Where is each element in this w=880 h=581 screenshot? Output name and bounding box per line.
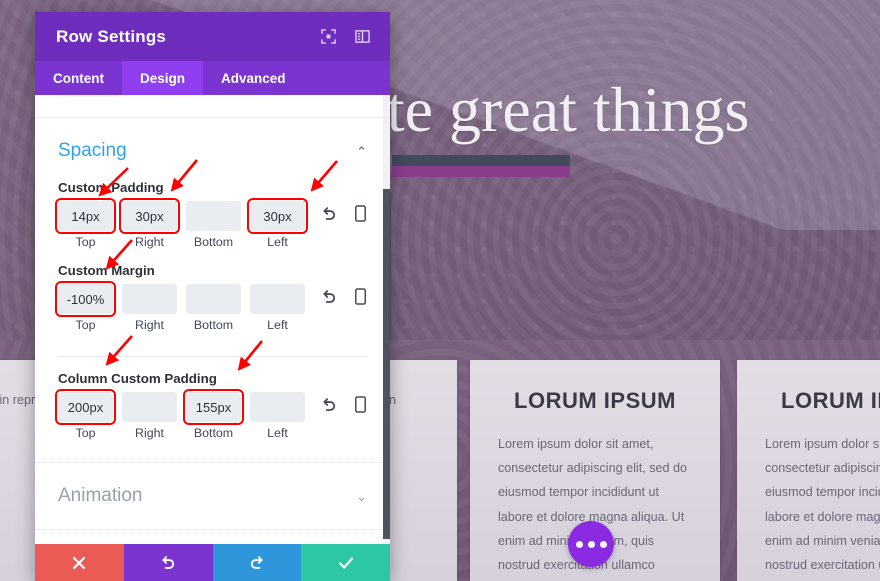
modal-tabs: Content Design Advanced: [35, 61, 390, 95]
tab-content[interactable]: Content: [35, 61, 122, 95]
dot: [587, 540, 595, 548]
column-padding-left-input[interactable]: [250, 392, 305, 422]
panel-layout-icon[interactable]: [350, 25, 374, 49]
custom-padding-row: 14px Top 30px Right Bottom 30px Left: [55, 198, 367, 249]
card-body: Lorem ipsum dolor sit amet, consectetur …: [765, 437, 880, 572]
padding-bottom-input[interactable]: [186, 201, 241, 231]
modal-footer: [35, 544, 390, 581]
column-padding-left-caption: Left: [267, 426, 288, 440]
padding-right-input[interactable]: 30px: [119, 198, 180, 234]
content-card: LORUM IPSUM Lorem ipsum dolor sit amet, …: [737, 360, 880, 581]
reset-icon[interactable]: [321, 396, 338, 413]
responsive-mobile-icon[interactable]: [354, 288, 367, 305]
scrollbar-track[interactable]: [383, 95, 390, 544]
padding-left-cell[interactable]: 30px Left: [247, 198, 308, 249]
dot: [599, 540, 607, 548]
margin-tools: [321, 284, 367, 305]
reset-icon[interactable]: [321, 205, 338, 222]
column-padding-top-input[interactable]: 200px: [55, 389, 116, 425]
custom-padding-label: Custom Padding: [58, 180, 164, 195]
tab-design[interactable]: Design: [122, 61, 204, 95]
collapsed-section-above[interactable]: [35, 95, 390, 118]
animation-section-header[interactable]: Animation ⌄: [35, 462, 390, 530]
modal-header: Row Settings: [35, 12, 390, 61]
redo-button[interactable]: [212, 544, 302, 581]
column-custom-padding-label: Column Custom Padding: [58, 371, 217, 386]
column-padding-left-cell[interactable]: Left: [250, 392, 305, 440]
margin-right-cell[interactable]: Right: [122, 284, 177, 332]
column-padding-top-cell[interactable]: 200px Top: [55, 389, 116, 440]
hero-rule-dark: [392, 155, 570, 166]
card-heading: LORUM IPSUM: [514, 388, 676, 413]
spacing-title: Spacing: [58, 140, 127, 161]
padding-right-cell[interactable]: 30px Right: [119, 198, 180, 249]
save-button[interactable]: [301, 544, 390, 581]
margin-left-input[interactable]: [250, 284, 305, 314]
margin-left-cell[interactable]: Left: [250, 284, 305, 332]
column-padding-bottom-caption: Bottom: [193, 426, 234, 440]
section-divider: [58, 356, 367, 357]
margin-bottom-caption: Bottom: [193, 318, 234, 332]
column-padding-tools: [321, 392, 367, 413]
margin-top-input[interactable]: -100%: [55, 281, 116, 317]
margin-bottom-input[interactable]: [186, 284, 241, 314]
undo-button[interactable]: [123, 544, 213, 581]
padding-top-input[interactable]: 14px: [55, 198, 116, 234]
margin-top-caption: Top: [75, 318, 96, 332]
padding-top-cell[interactable]: 14px Top: [55, 198, 116, 249]
scrollbar-thumb[interactable]: [383, 189, 390, 539]
margin-right-caption: Right: [135, 318, 164, 332]
custom-margin-label: Custom Margin: [58, 263, 155, 278]
padding-left-caption: Left: [267, 235, 288, 249]
column-padding-bottom-cell[interactable]: 155px Bottom: [183, 389, 244, 440]
modal-body: Spacing ⌃ Custom Padding 14px Top 30px R…: [35, 95, 390, 544]
spacing-section: Spacing ⌃ Custom Padding 14px Top 30px R…: [35, 118, 390, 440]
hero-rule-purple: [392, 166, 570, 177]
column-custom-padding-row: 200px Top Right 155px Bottom Left: [55, 389, 367, 440]
padding-right-caption: Right: [135, 235, 164, 249]
chevron-down-icon[interactable]: ⌄: [356, 490, 367, 503]
reset-icon[interactable]: [321, 288, 338, 305]
spacing-section-header[interactable]: Spacing ⌃: [58, 118, 367, 166]
margin-top-cell[interactable]: -100% Top: [55, 281, 116, 332]
chevron-up-icon[interactable]: ⌃: [356, 145, 367, 158]
cancel-button[interactable]: [35, 544, 124, 581]
padding-bottom-cell[interactable]: Bottom: [186, 201, 241, 249]
focus-target-icon[interactable]: [316, 25, 340, 49]
column-padding-right-cell[interactable]: Right: [122, 392, 177, 440]
hero-title: eate great things: [330, 74, 750, 145]
dot: [575, 540, 583, 548]
padding-left-input[interactable]: 30px: [247, 198, 308, 234]
column-padding-top-caption: Top: [75, 426, 96, 440]
margin-left-caption: Left: [267, 318, 288, 332]
animation-title: Animation: [58, 485, 143, 506]
three-dots-icon[interactable]: [568, 521, 614, 567]
custom-margin-row: -100% Top Right Bottom Left: [55, 281, 367, 332]
margin-bottom-cell[interactable]: Bottom: [186, 284, 241, 332]
responsive-mobile-icon[interactable]: [354, 396, 367, 413]
padding-top-caption: Top: [75, 235, 96, 249]
card-heading: LORUM IPSUM: [781, 388, 880, 413]
column-padding-right-input[interactable]: [122, 392, 177, 422]
padding-bottom-caption: Bottom: [193, 235, 234, 249]
margin-right-input[interactable]: [122, 284, 177, 314]
column-padding-right-caption: Right: [135, 426, 164, 440]
tab-advanced[interactable]: Advanced: [203, 61, 304, 95]
responsive-mobile-icon[interactable]: [354, 205, 367, 222]
row-settings-modal: Row Settings Content Design Advanced Spa…: [35, 12, 390, 581]
column-padding-bottom-input[interactable]: 155px: [183, 389, 244, 425]
padding-tools: [321, 201, 367, 222]
modal-title: Row Settings: [56, 26, 167, 46]
